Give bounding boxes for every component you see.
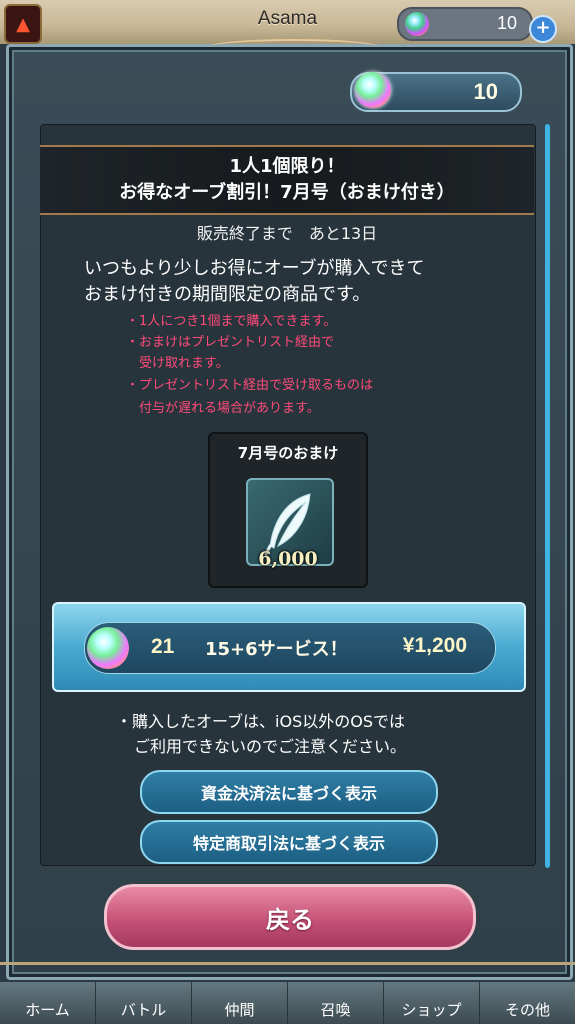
offer-title-line-2: お得なオーブ割引！7月号（おまけ付き） — [119, 182, 455, 203]
ios-note-line-1: ・購入したオーブは、iOS以外のOSでは — [116, 712, 405, 731]
ios-note-line-2: ご利用できないのでご注意ください。 — [134, 737, 407, 756]
orb-balance: 10 — [350, 72, 522, 112]
top-status-bar: ▲ Asama 10 + — [0, 0, 575, 44]
purchase-button[interactable]: 21 15+6サービス！ ¥1,200 — [52, 602, 526, 692]
note-line: ・プレゼントリスト経由で受け取るものは — [126, 378, 374, 393]
purchase-details: 21 15+6サービス！ ¥1,200 — [84, 622, 496, 674]
bottom-nav: ホーム バトル 仲間 召喚 ショップ その他 — [0, 982, 575, 1024]
back-button[interactable]: 戻る — [104, 884, 476, 950]
orb-icon — [355, 72, 391, 108]
offer-description-line-1: いつもより少しお得にオーブが購入できて — [84, 258, 425, 279]
purchase-orb-count: 21 — [151, 635, 175, 658]
offer-title-line-1: 1人1個限り！ — [229, 156, 345, 177]
orb-balance-count: 10 — [473, 79, 498, 104]
nav-allies[interactable]: 仲間 — [192, 982, 288, 1024]
top-orb-counter: 10 — [397, 7, 533, 41]
bonus-title: 7月号のおまけ — [237, 444, 339, 462]
funds-settlement-act-button[interactable]: 資金決済法に基づく表示 — [140, 770, 438, 814]
orb-icon — [405, 12, 429, 36]
nav-summon[interactable]: 召喚 — [288, 982, 384, 1024]
orb-icon — [87, 627, 129, 669]
top-orb-count: 10 — [496, 13, 517, 33]
commercial-transactions-act-button[interactable]: 特定商取引法に基づく表示 — [140, 820, 438, 864]
nav-battle[interactable]: バトル — [96, 982, 192, 1024]
note-line: ・1人につき1個まで購入できます。 — [126, 314, 337, 329]
offer-description-line-2: おまけ付きの期間限定の商品です。 — [84, 284, 371, 305]
purchase-label: 15+6サービス！ — [205, 639, 348, 660]
note-line: ・おまけはプレゼントリスト経由で — [126, 335, 335, 350]
add-orbs-button[interactable]: + — [529, 15, 557, 43]
nav-home[interactable]: ホーム — [0, 982, 96, 1024]
scrollbar-thumb[interactable] — [545, 124, 550, 868]
note-line: 付与が遅れる場合があります。 — [126, 401, 320, 416]
frame-ornament — [209, 39, 379, 55]
nav-shop[interactable]: ショップ — [384, 982, 480, 1024]
note-line: 受け取れます。 — [126, 356, 229, 371]
nav-misc[interactable]: その他 — [480, 982, 575, 1024]
bonus-amount: 6,000 — [258, 548, 318, 570]
sale-deadline: 販売終了まで あと13日 — [196, 224, 378, 243]
purchase-price: ¥1,200 — [402, 634, 467, 657]
bonus-card: 7月号のおまけ 6,000 — [208, 432, 368, 588]
